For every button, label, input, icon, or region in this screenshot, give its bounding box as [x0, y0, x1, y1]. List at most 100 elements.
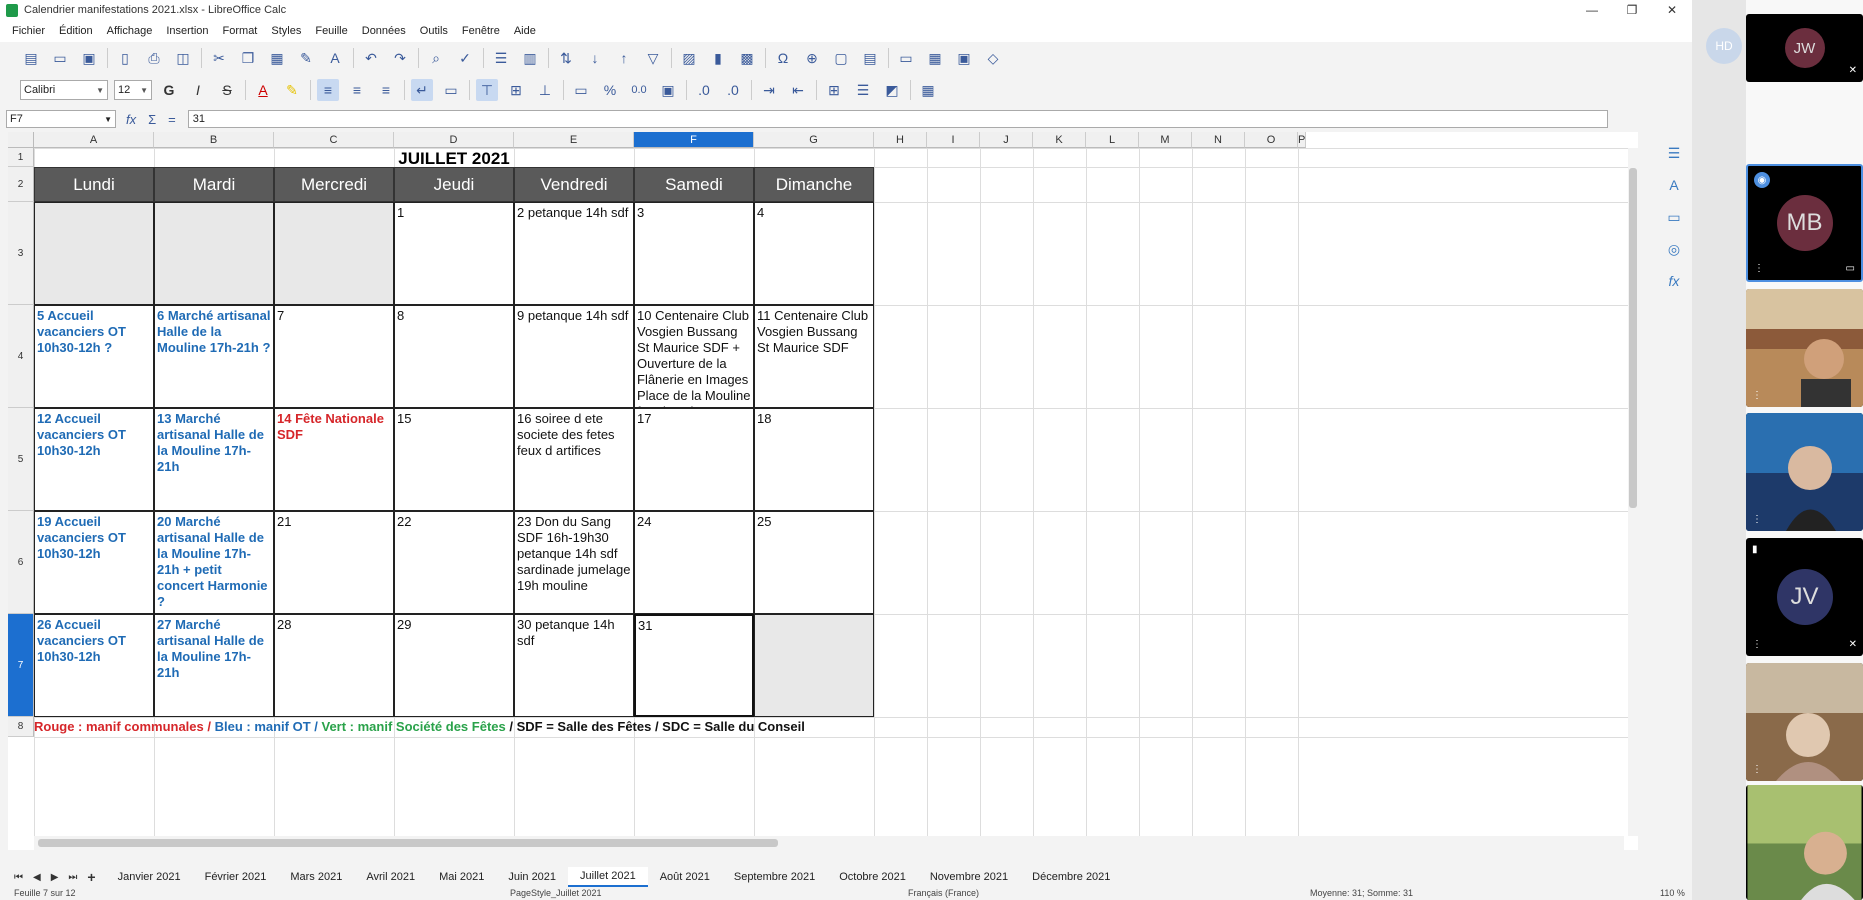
show-draw-functions-icon[interactable]: ◇ — [982, 47, 1004, 69]
calendar-day-cell[interactable]: 20 Marché artisanal Halle de la Mouline … — [154, 511, 274, 614]
menu-styles[interactable]: Styles — [271, 25, 301, 37]
number-format-icon[interactable]: 0.0 — [628, 79, 650, 101]
menu-aide[interactable]: Aide — [514, 25, 536, 37]
menu-affichage[interactable]: Affichage — [107, 25, 153, 37]
column-header[interactable]: M — [1139, 132, 1192, 148]
column-header[interactable]: N — [1192, 132, 1245, 148]
font-name-box[interactable]: Calibri ▼ — [20, 80, 108, 100]
calendar-day-cell[interactable]: 23 Don du Sang SDF 16h-19h30 petanque 14… — [514, 511, 634, 614]
calendar-day-cell[interactable]: 13 Marché artisanal Halle de la Mouline … — [154, 408, 274, 511]
align-top-icon[interactable]: ⊤ — [476, 79, 498, 101]
sheet-tab[interactable]: Mai 2021 — [427, 867, 496, 887]
calendar-day-cell[interactable]: 6 Marché artisanal Halle de la Mouline 1… — [154, 305, 274, 408]
calendar-day-cell[interactable]: 7 — [274, 305, 394, 408]
align-middle-icon[interactable]: ⊞ — [505, 79, 527, 101]
participant-video-tile[interactable]: ⋮ — [1746, 413, 1863, 531]
column-icon[interactable]: ▥ — [519, 47, 541, 69]
clone-format-icon[interactable]: ✎ — [295, 47, 317, 69]
autofilter-icon[interactable]: ▽ — [642, 47, 664, 69]
calendar-day-cell[interactable]: 8 — [394, 305, 514, 408]
more-options-icon[interactable]: ⋮ — [1752, 764, 1762, 775]
sheet-tab[interactable]: Juin 2021 — [496, 867, 568, 887]
calendar-day-cell[interactable]: 19 Accueil vacanciers OT 10h30-12h — [34, 511, 154, 614]
row-header[interactable]: 2 — [8, 167, 34, 202]
scroll-thumb[interactable] — [38, 839, 778, 847]
sheet-tab[interactable]: Octobre 2021 — [827, 867, 918, 887]
calendar-day-cell[interactable]: 26 Accueil vacanciers OT 10h30-12h — [34, 614, 154, 717]
menu-feuille[interactable]: Feuille — [315, 25, 347, 37]
font-size-box[interactable]: 12 ▼ — [114, 80, 152, 100]
font-color-icon[interactable]: A — [252, 79, 274, 101]
headers-footers-icon[interactable]: ▤ — [859, 47, 881, 69]
bold-icon[interactable]: G — [158, 79, 180, 101]
wrap-text-icon[interactable]: ↵ — [411, 79, 433, 101]
calendar-day-cell[interactable] — [274, 202, 394, 305]
sheet-tab[interactable]: Mars 2021 — [278, 867, 354, 887]
row-header[interactable]: 5 — [8, 408, 34, 511]
conditional-format-icon[interactable]: ▦ — [917, 79, 939, 101]
align-bottom-icon[interactable]: ⊥ — [534, 79, 556, 101]
more-options-icon[interactable]: ⋮ — [1752, 639, 1762, 650]
merge-cells-icon[interactable]: ▭ — [440, 79, 462, 101]
menu-outils[interactable]: Outils — [420, 25, 448, 37]
special-character-icon[interactable]: Ω — [772, 47, 794, 69]
column-header[interactable]: G — [754, 132, 874, 148]
print-preview-icon[interactable]: ◫ — [172, 47, 194, 69]
currency-icon[interactable]: ▭ — [570, 79, 592, 101]
column-header[interactable]: P — [1298, 132, 1307, 148]
calendar-day-cell[interactable] — [754, 614, 874, 717]
calendar-day-cell[interactable]: 1 — [394, 202, 514, 305]
calendar-day-cell[interactable]: 22 — [394, 511, 514, 614]
column-header[interactable]: A — [34, 132, 154, 148]
sheet-tab[interactable]: Novembre 2021 — [918, 867, 1020, 887]
column-header[interactable]: O — [1245, 132, 1298, 148]
calendar-day-cell[interactable]: 5 Accueil vacanciers OT 10h30-12h ? — [34, 305, 154, 408]
menu-fichier[interactable]: Fichier — [12, 25, 45, 37]
delete-decimal-icon[interactable]: .0 — [722, 79, 744, 101]
calendar-day-cell[interactable]: 3 — [634, 202, 754, 305]
row-header[interactable]: 8 — [8, 717, 34, 737]
row-header[interactable]: 7 — [8, 614, 34, 717]
minimize-button[interactable]: — — [1572, 0, 1612, 20]
horizontal-scrollbar[interactable] — [34, 836, 1624, 850]
maximize-button[interactable]: ❐ — [1612, 0, 1652, 20]
export-pdf-icon[interactable]: ▯ — [114, 47, 136, 69]
select-all-corner[interactable] — [8, 132, 34, 148]
calendar-day-cell[interactable]: 17 — [634, 408, 754, 511]
column-header[interactable]: K — [1033, 132, 1086, 148]
calendar-day-cell[interactable]: 9 petanque 14h sdf — [514, 305, 634, 408]
add-sheet-icon[interactable]: + — [87, 869, 95, 885]
calendar-day-cell[interactable]: 25 — [754, 511, 874, 614]
first-sheet-icon[interactable]: ⏮ — [14, 872, 23, 883]
outdent-icon[interactable]: ⇤ — [787, 79, 809, 101]
define-print-area-icon[interactable]: ▭ — [895, 47, 917, 69]
paste-icon[interactable]: ▦ — [266, 47, 288, 69]
calendar-day-cell[interactable] — [34, 202, 154, 305]
next-sheet-icon[interactable]: ▶ — [51, 872, 59, 883]
sort-icon[interactable]: ⇅ — [555, 47, 577, 69]
more-options-icon[interactable]: ⋮ — [1752, 514, 1762, 525]
new-icon[interactable]: ▤ — [20, 47, 42, 69]
redo-icon[interactable]: ↷ — [389, 47, 411, 69]
scroll-thumb[interactable] — [1629, 168, 1637, 508]
sheet-tab[interactable]: Janvier 2021 — [106, 867, 193, 887]
menu-fenetre[interactable]: Fenêtre — [462, 25, 500, 37]
zoom-level[interactable]: 110 % — [1660, 888, 1685, 898]
calendar-day-cell[interactable]: 18 — [754, 408, 874, 511]
row-header[interactable]: 4 — [8, 305, 34, 408]
sort-ascending-icon[interactable]: ↓ — [584, 47, 606, 69]
more-options-icon[interactable]: ⋮ — [1752, 390, 1762, 401]
comment-icon[interactable]: ▢ — [830, 47, 852, 69]
indent-icon[interactable]: ⇥ — [758, 79, 780, 101]
gallery-icon[interactable]: ▭ — [1663, 206, 1685, 228]
participant-tile[interactable]: JW ✕ — [1746, 14, 1863, 82]
freeze-rows-icon[interactable]: ▦ — [924, 47, 946, 69]
hyperlink-icon[interactable]: ⊕ — [801, 47, 823, 69]
more-options-icon[interactable]: ⋮ — [1754, 263, 1764, 274]
calendar-day-cell[interactable]: 10 Centenaire Club Vosgien Bussang St Ma… — [634, 305, 754, 408]
prev-sheet-icon[interactable]: ◀ — [33, 872, 41, 883]
sort-descending-icon[interactable]: ↑ — [613, 47, 635, 69]
strikethrough-icon[interactable]: S — [216, 79, 238, 101]
copy-icon[interactable]: ❐ — [237, 47, 259, 69]
border-style-icon[interactable]: ☰ — [852, 79, 874, 101]
